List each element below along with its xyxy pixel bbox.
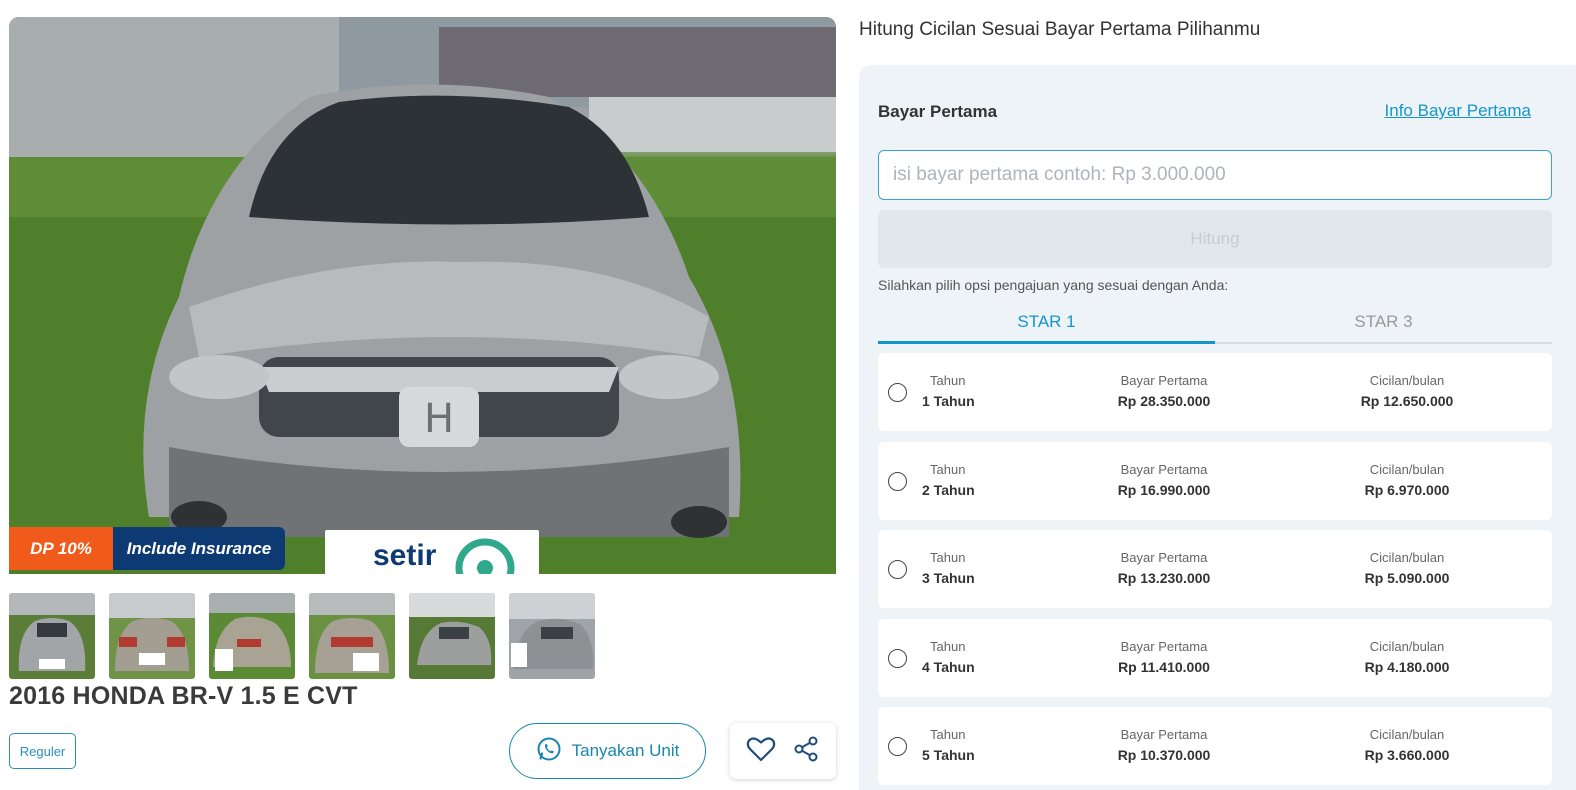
share-icon[interactable] <box>792 735 820 768</box>
plan-year: 4 Tahun <box>922 658 975 675</box>
dp-badge: DP 10% <box>9 527 113 570</box>
plan-dp: Rp 13.230.000 <box>1117 570 1211 586</box>
plan-dp: Rp 11.410.000 <box>1118 658 1210 675</box>
main-car-photo[interactable]: H DP 10% Include Insurance setir <box>9 17 836 574</box>
calculate-button[interactable]: Hitung <box>878 210 1552 268</box>
plan-option[interactable]: Tahun 5 Tahun Bayar Pertama Rp 10.370.000 … <box>878 707 1552 785</box>
ask-unit-button[interactable]: Tanyakan Unit <box>509 723 706 779</box>
thumbnail-6[interactable] <box>509 593 595 679</box>
tab-star-1[interactable]: STAR 1 <box>878 308 1215 344</box>
thumbnail-1[interactable] <box>9 593 95 679</box>
plan-option[interactable]: Tahun 1 Tahun Bayar Pertama Rp 28.350.000 … <box>878 353 1552 431</box>
dp-info-link[interactable]: Info Bayar Pertama <box>1385 101 1531 121</box>
installment-label: Cicilan/bulan <box>1369 550 1445 565</box>
radio-button[interactable] <box>888 648 907 668</box>
year-label: Tahun <box>930 461 966 477</box>
plan-installment: Rp 6.970.000 <box>1364 481 1450 498</box>
installment-label: Cicilan/bulan <box>1369 638 1445 654</box>
calculator-heading: Hitung Cicilan Sesuai Bayar Pertama Pili… <box>859 19 1261 40</box>
year-label: Tahun <box>930 373 966 388</box>
plan-dp: Rp 16.990.000 <box>1117 481 1211 498</box>
thumbnail-4[interactable] <box>309 593 395 679</box>
installment-label: Cicilan/bulan <box>1369 461 1445 477</box>
plan-installment: Rp 5.090.000 <box>1364 570 1450 586</box>
radio-button[interactable] <box>888 383 907 402</box>
plan-dp: Rp 10.370.000 <box>1117 747 1211 763</box>
reguler-tag: Reguler <box>9 733 76 769</box>
installment-label: Cicilan/bulan <box>1369 727 1445 742</box>
car-title: 2016 HONDA BR-V 1.5 E CVT <box>9 682 358 710</box>
dp-label: Bayar Pertama <box>878 102 998 121</box>
plan-option[interactable]: Tahun 3 Tahun Bayar Pertama Rp 13.230.000 … <box>878 530 1552 608</box>
dp-input[interactable] <box>878 150 1552 200</box>
plan-list: Tahun 1 Tahun Bayar Pertama Rp 28.350.000 … <box>878 353 1552 790</box>
calculator-panel: Bayar Pertama Info Bayar Pertama Hitung … <box>859 65 1576 790</box>
plan-tabs: STAR 1 STAR 3 <box>878 308 1552 344</box>
installment-label: Cicilan/bulan <box>1369 373 1445 388</box>
year-label: Tahun <box>930 727 966 742</box>
plan-year: 2 Tahun <box>922 481 975 498</box>
svg-text:setir: setir <box>373 539 437 572</box>
plan-year: 1 Tahun <box>922 393 975 409</box>
radio-button[interactable] <box>888 471 907 491</box>
car-photo-illustration: H <box>9 17 836 574</box>
thumbnail-5[interactable] <box>409 593 495 679</box>
dp-column-label: Bayar Pertama <box>1120 373 1208 388</box>
thumbnail-2[interactable] <box>109 593 195 679</box>
setir-kanan-logo: setir <box>325 530 539 574</box>
thumbnail-3[interactable] <box>209 593 295 679</box>
year-label: Tahun <box>930 550 966 565</box>
action-box <box>730 723 836 779</box>
plan-installment: Rp 3.660.000 <box>1364 747 1450 763</box>
dp-column-label: Bayar Pertama <box>1120 461 1208 477</box>
svg-text:H: H <box>424 396 454 442</box>
ask-unit-label: Tanyakan Unit <box>571 741 680 760</box>
dp-column-label: Bayar Pertama <box>1120 727 1208 742</box>
tab-star-3[interactable]: STAR 3 <box>1215 308 1552 342</box>
plan-dp: Rp 28.350.000 <box>1117 393 1211 409</box>
heart-icon[interactable] <box>746 735 776 768</box>
insurance-badge: Include Insurance <box>113 527 285 570</box>
choose-option-text: Silahkan pilih opsi pengajuan yang sesua… <box>878 277 1229 293</box>
plan-year: 5 Tahun <box>922 747 975 763</box>
dp-column-label: Bayar Pertama <box>1120 550 1208 565</box>
plan-option[interactable]: Tahun 4 Tahun Bayar Pertama Rp 11.410.000 … <box>878 618 1552 697</box>
thumbnail-gallery <box>9 593 595 679</box>
plan-year: 3 Tahun <box>922 570 975 586</box>
whatsapp-icon <box>536 736 562 767</box>
plan-installment: Rp 12.650.000 <box>1360 393 1454 409</box>
year-label: Tahun <box>930 638 966 654</box>
radio-button[interactable] <box>888 560 907 579</box>
dp-column-label: Bayar Pertama <box>1120 638 1208 654</box>
radio-button[interactable] <box>888 737 907 756</box>
plan-option[interactable]: Tahun 2 Tahun Bayar Pertama Rp 16.990.000 … <box>878 441 1552 520</box>
plan-installment: Rp 4.180.000 <box>1364 658 1450 675</box>
